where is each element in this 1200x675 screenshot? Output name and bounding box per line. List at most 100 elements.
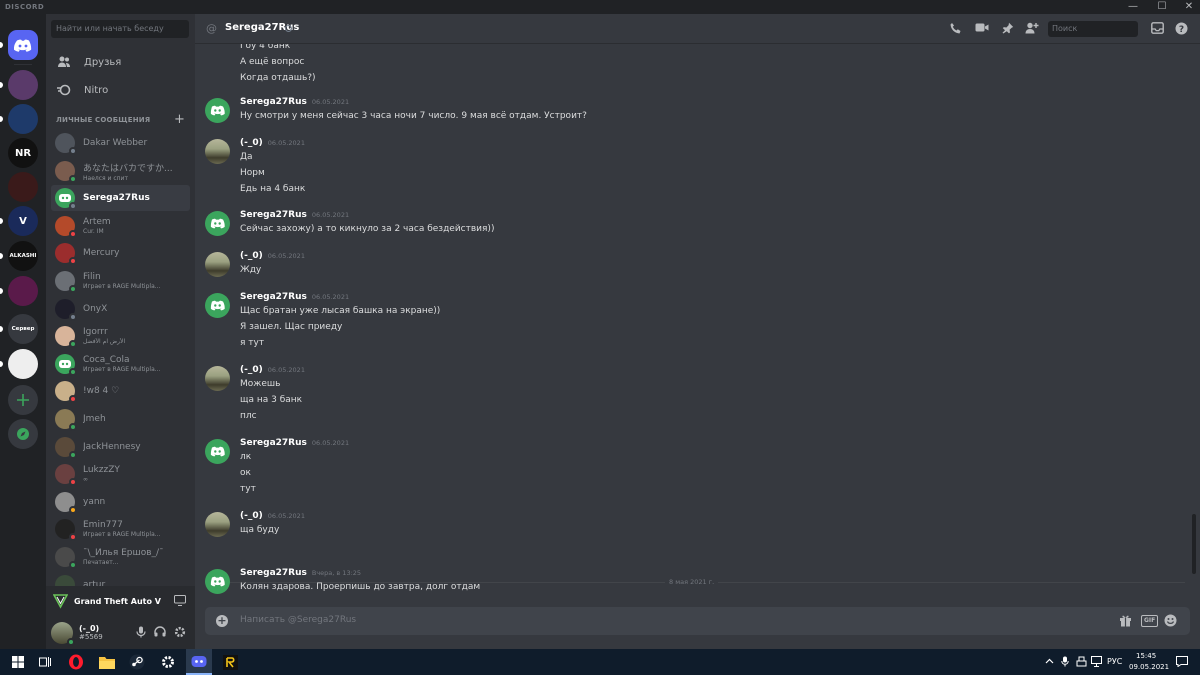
author-avatar[interactable] (205, 252, 230, 277)
add-server-icon[interactable] (8, 385, 38, 415)
usb-tray-icon[interactable] (1076, 656, 1087, 667)
conversation-search[interactable]: Найти или начать беседу (51, 20, 189, 38)
dm-item[interactable]: OnyX (51, 296, 190, 322)
message-line: Колян здарова. Проерпишь до завтра, долг… (240, 582, 481, 592)
dm-item[interactable]: Coca_Cola Играет в RAGE Multipla... (51, 351, 190, 377)
network-tray-icon[interactable] (1091, 656, 1102, 667)
dm-item[interactable]: JackHennesy (51, 434, 190, 460)
rage-mp-icon[interactable] (220, 652, 240, 672)
notification-icon[interactable] (1176, 656, 1188, 667)
author-avatar[interactable] (205, 211, 230, 236)
dm-item[interactable]: Filin Играет в RAGE Multipla... (51, 268, 190, 294)
author-avatar[interactable] (205, 293, 230, 318)
message-input[interactable]: Написать @Serega27Rus (240, 615, 356, 625)
author-avatar[interactable] (205, 139, 230, 164)
dm-item[interactable]: Emin777 Играет в RAGE Multipla... (51, 516, 190, 542)
author-name[interactable]: Serega27Rus Вчера, в 13:25 (240, 568, 361, 578)
settings-icon[interactable] (158, 652, 178, 672)
author-avatar[interactable] (205, 569, 230, 594)
discord-taskbar-icon[interactable] (186, 649, 212, 675)
author-name[interactable]: Serega27Rus 06.05.2021 (240, 97, 349, 107)
opera-icon[interactable] (66, 652, 86, 672)
message-search-input[interactable]: Поиск (1048, 21, 1138, 37)
dm-item[interactable]: Jmeh (51, 406, 190, 432)
gif-icon[interactable]: GIF (1141, 615, 1159, 627)
server-icon[interactable] (8, 172, 38, 202)
server-icon[interactable]: ALKASHI (8, 241, 38, 271)
tray-chevron-icon[interactable] (1045, 657, 1054, 666)
dm-item[interactable]: yann (51, 489, 190, 515)
message-timestamp: 06.05.2021 (311, 439, 350, 447)
settings-gear-icon[interactable] (174, 626, 186, 638)
mute-icon[interactable] (135, 626, 147, 638)
voice-call-icon[interactable] (949, 22, 962, 35)
video-call-icon[interactable] (975, 22, 989, 35)
author-name-text: (-_0) (240, 251, 263, 261)
server-icon[interactable]: NR (8, 138, 38, 168)
server-icon[interactable] (8, 104, 38, 134)
server-list: NR V ALKASHI Сервер (0, 14, 46, 649)
author-avatar[interactable] (205, 98, 230, 123)
message-line: Когда отдашь?) (240, 73, 316, 83)
headphones-icon[interactable] (154, 626, 166, 638)
scrollbar[interactable] (1192, 514, 1196, 574)
task-view-icon[interactable] (35, 652, 55, 672)
status-dot (69, 257, 77, 265)
server-icon[interactable] (8, 70, 38, 100)
dm-name: Emin777 (83, 520, 123, 530)
help-icon[interactable]: ? (1175, 22, 1188, 35)
dm-item[interactable]: Artem Cur. IM (51, 213, 190, 239)
author-avatar[interactable] (205, 439, 230, 464)
dm-status-text: Играет в RAGE Multipla... (83, 366, 161, 373)
dm-item[interactable]: Igorrr الأرض ام الأفضل (51, 323, 190, 349)
dm-item[interactable]: Serega27Rus (51, 185, 190, 211)
author-name[interactable]: (-_0) 06.05.2021 (240, 511, 305, 521)
add-friend-icon[interactable] (1025, 22, 1039, 35)
user-avatar[interactable] (51, 621, 75, 646)
minimize-button[interactable]: — (1124, 1, 1142, 13)
maximize-button[interactable]: ☐ (1153, 1, 1171, 13)
dm-item[interactable]: !w8 4 ♡ (51, 378, 190, 404)
message-line: Норм (240, 168, 265, 178)
dm-item[interactable]: ¯\_Илья Ершов_/¯ Печатает... (51, 544, 190, 570)
create-dm-icon[interactable]: + (174, 112, 185, 127)
author-name[interactable]: Serega27Rus 06.05.2021 (240, 210, 349, 220)
file-explorer-icon[interactable] (97, 652, 117, 672)
close-button[interactable]: ✕ (1180, 1, 1198, 13)
author-avatar[interactable] (205, 512, 230, 537)
dm-item[interactable]: LukzzZY ∞ (51, 461, 190, 487)
steam-icon[interactable] (127, 652, 147, 672)
nitro-nav[interactable]: Nitro (52, 78, 190, 102)
server-icon[interactable] (8, 276, 38, 306)
clock-date[interactable]: 09.05.2021 (1129, 663, 1169, 671)
pin-icon[interactable] (1001, 22, 1014, 35)
server-icon[interactable]: V (8, 206, 38, 236)
upload-plus-icon[interactable]: + (216, 615, 228, 627)
author-name[interactable]: (-_0) 06.05.2021 (240, 251, 305, 261)
status-dot (69, 368, 77, 376)
message-composer[interactable]: + Написать @Serega27Rus GIF (205, 607, 1190, 635)
inbox-icon[interactable] (1151, 22, 1164, 35)
dm-text: Dakar Webber (83, 138, 187, 148)
emoji-icon[interactable] (1164, 614, 1177, 628)
dm-item[interactable]: Dakar Webber (51, 130, 190, 156)
dm-item[interactable]: Mercury (51, 240, 190, 266)
stream-icon[interactable] (174, 595, 186, 606)
friends-nav[interactable]: Друзья (52, 50, 190, 74)
author-name[interactable]: (-_0) 06.05.2021 (240, 138, 305, 148)
server-icon[interactable]: Сервер (8, 314, 38, 344)
clock-time[interactable]: 15:45 (1136, 652, 1156, 660)
keyboard-language[interactable]: РУС (1107, 657, 1122, 666)
windows-start-icon[interactable] (8, 652, 28, 672)
server-icon[interactable] (8, 349, 38, 379)
gift-icon[interactable] (1119, 614, 1132, 628)
explore-servers-icon[interactable] (8, 419, 38, 449)
activity-name: Grand Theft Auto V (74, 596, 161, 606)
dm-item[interactable]: あなたはバカですか... Наелся и спит (51, 158, 190, 184)
mic-tray-icon[interactable] (1061, 656, 1069, 667)
home-guild-icon[interactable] (8, 30, 38, 60)
author-name[interactable]: (-_0) 06.05.2021 (240, 365, 305, 375)
author-name[interactable]: Serega27Rus 06.05.2021 (240, 438, 349, 448)
author-avatar[interactable] (205, 366, 230, 391)
author-name[interactable]: Serega27Rus 06.05.2021 (240, 292, 349, 302)
